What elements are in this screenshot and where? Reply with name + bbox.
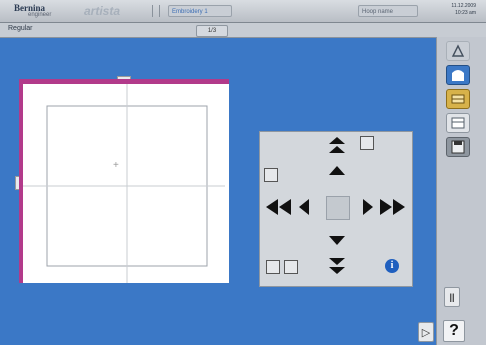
hoop-shape-button[interactable] — [446, 65, 470, 85]
rotate-icon[interactable] — [266, 260, 280, 274]
top-header: Bernina engineer artista Embroidery 1 Ho… — [0, 0, 486, 23]
embroidery-selector[interactable]: Embroidery 1 — [168, 5, 232, 17]
double-left-arrow-icon — [266, 199, 291, 215]
left-arrow-icon — [299, 199, 309, 215]
double-down-arrow-icon — [329, 258, 345, 274]
clock-time: 10:23 am — [455, 10, 476, 16]
help-label: ? — [449, 322, 459, 339]
move-left-fast-button[interactable] — [264, 198, 294, 216]
hoop-preview[interactable]: + — [19, 79, 229, 283]
move-right-button[interactable] — [360, 198, 376, 216]
edit-icon[interactable] — [360, 136, 374, 150]
up-arrow-icon — [329, 166, 345, 175]
mirror-icon[interactable] — [284, 260, 298, 274]
play-button[interactable]: ▷ — [418, 322, 434, 342]
center-button[interactable] — [326, 196, 350, 220]
stitch-tool-button[interactable] — [446, 41, 470, 61]
down-arrow-icon — [329, 236, 345, 245]
info-icon[interactable]: i — [385, 259, 399, 273]
move-up-fast-button[interactable] — [326, 136, 348, 156]
hoop-shape-icon — [452, 70, 464, 81]
right-arrow-icon — [363, 199, 373, 215]
hoop-grid: + — [23, 84, 225, 283]
brand-sub: engineer — [28, 12, 52, 18]
app-name: artista — [84, 4, 121, 18]
pattern-tool-button[interactable] — [446, 113, 470, 133]
move-down-fast-button[interactable] — [326, 256, 348, 278]
stitch-icon[interactable] — [264, 168, 278, 182]
pause-button[interactable]: || — [444, 287, 460, 307]
save-tool-button[interactable] — [446, 137, 470, 157]
brand-logo: Bernina engineer — [14, 3, 64, 19]
thread-tool-icon — [451, 94, 465, 104]
double-up-arrow-icon — [329, 137, 345, 153]
move-up-button[interactable] — [326, 162, 348, 180]
mode-title: Regular — [8, 25, 33, 32]
move-down-button[interactable] — [326, 232, 348, 250]
navigation-pad: i — [259, 131, 413, 287]
clock-date: 11.12.2009 — [451, 3, 476, 9]
hoop-center-marker: + — [113, 160, 119, 171]
header-divider — [152, 5, 160, 17]
stitch-tool-icon — [451, 44, 465, 57]
double-right-arrow-icon — [380, 199, 405, 215]
pattern-tool-icon — [451, 117, 465, 129]
move-left-button[interactable] — [296, 198, 312, 216]
thread-tool-button[interactable] — [446, 89, 470, 109]
help-button[interactable]: ? — [443, 320, 465, 342]
sub-header: Regular 1/3 — [0, 23, 486, 38]
move-right-fast-button[interactable] — [378, 198, 408, 216]
hoop-name-field[interactable]: Hoop name — [358, 5, 418, 17]
save-tool-icon — [451, 140, 465, 154]
pause-label: || — [449, 292, 455, 302]
clock: 11.12.2009 10:23 am — [430, 3, 476, 17]
mode-control[interactable]: 1/3 — [196, 25, 228, 37]
play-label: ▷ — [421, 326, 431, 339]
